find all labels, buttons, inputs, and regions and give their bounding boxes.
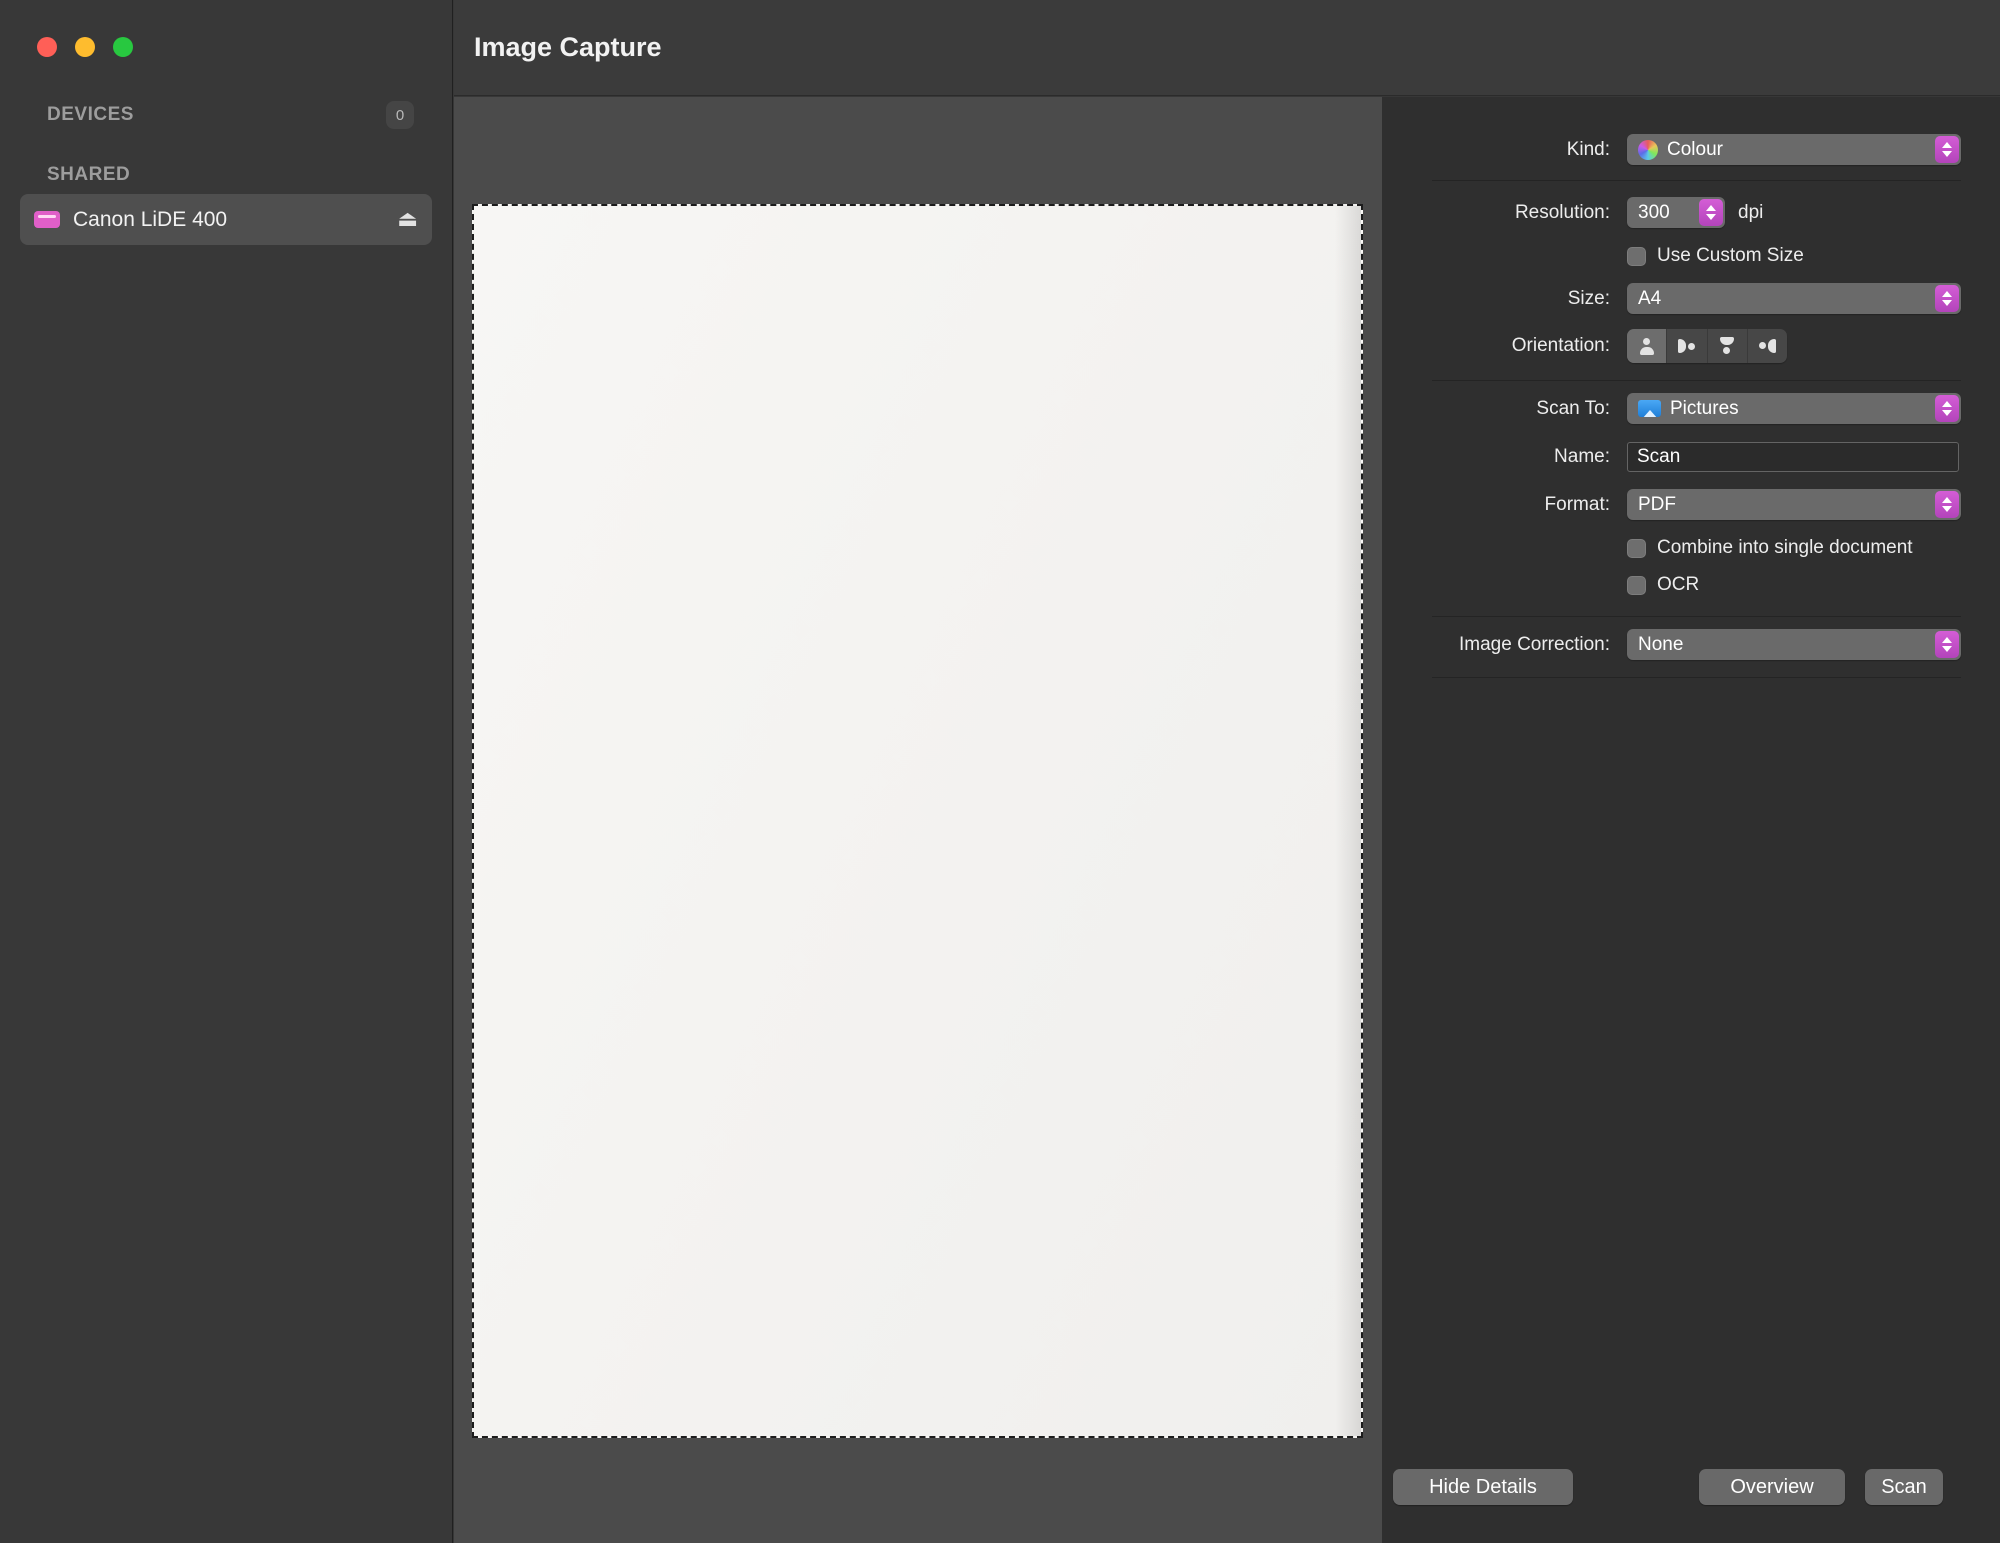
divider: [1432, 677, 1961, 678]
settings-panel: Kind: Colour Resolution: 300 dpi Use Cus…: [1382, 97, 2000, 1543]
device-name: Canon LiDE 400: [73, 207, 228, 231]
portrait-icon: [1638, 337, 1656, 355]
format-row: Format: PDF: [1382, 489, 2000, 520]
minimize-button[interactable]: [75, 37, 95, 57]
stepper-icon: [1699, 199, 1723, 226]
devices-count-badge: 0: [386, 101, 414, 129]
format-label: Format:: [1544, 493, 1610, 515]
divider: [1432, 180, 1961, 181]
kind-row: Kind: Colour: [1382, 134, 2000, 165]
shared-header: SHARED: [47, 164, 131, 185]
resolution-value: 300: [1638, 201, 1670, 223]
pictures-folder-icon: [1638, 400, 1661, 417]
shared-header-row: SHARED: [47, 160, 414, 190]
combine-row: Combine into single document: [1382, 537, 2000, 559]
scan-selection-region[interactable]: [472, 204, 1363, 1438]
size-row: Size: A4: [1382, 283, 2000, 314]
orientation-row: Orientation:: [1382, 329, 2000, 363]
ocr-row: OCR: [1382, 574, 2000, 596]
resolution-row: Resolution: 300 dpi: [1382, 197, 2000, 228]
stepper-icon: [1935, 631, 1959, 658]
ocr-label: OCR: [1657, 574, 1700, 595]
combine-label: Combine into single document: [1657, 537, 1913, 558]
orientation-portrait-button[interactable]: [1627, 329, 1668, 363]
portrait-flipped-icon: [1718, 337, 1736, 355]
hide-details-button[interactable]: Hide Details: [1393, 1469, 1573, 1505]
landscape-right-icon: [1758, 337, 1776, 355]
stepper-icon: [1935, 285, 1959, 312]
kind-value: Colour: [1667, 138, 1723, 160]
scan-preview-area: [454, 97, 1382, 1543]
scan-to-row: Scan To: Pictures: [1382, 393, 2000, 424]
use-custom-size-label: Use Custom Size: [1657, 245, 1804, 266]
stepper-icon: [1935, 491, 1959, 518]
devices-header: DEVICES: [47, 104, 134, 125]
name-row: Name:: [1382, 442, 2000, 472]
overview-button[interactable]: Overview: [1699, 1469, 1845, 1505]
use-custom-size-row: Use Custom Size: [1382, 245, 2000, 267]
orientation-landscape-left-button[interactable]: [1667, 329, 1708, 363]
size-select[interactable]: A4: [1627, 283, 1961, 314]
sidebar-item-canon-lide-400[interactable]: Canon LiDE 400 ⏏: [20, 194, 432, 245]
close-button[interactable]: [37, 37, 57, 57]
divider: [1432, 616, 1961, 617]
scanner-icon: [34, 211, 60, 228]
scan-to-label: Scan To:: [1536, 397, 1610, 419]
orientation-landscape-right-button[interactable]: [1748, 329, 1787, 363]
zoom-button[interactable]: [113, 37, 133, 57]
window-title: Image Capture: [474, 32, 662, 62]
landscape-left-icon: [1678, 337, 1696, 355]
image-capture-window: DEVICES 0 SHARED Canon LiDE 400 ⏏ Image …: [0, 0, 2000, 1543]
stepper-icon: [1935, 395, 1959, 422]
resolution-select[interactable]: 300: [1627, 197, 1725, 228]
kind-label: Kind:: [1566, 138, 1610, 160]
name-label: Name:: [1554, 446, 1610, 467]
kind-select[interactable]: Colour: [1627, 134, 1961, 165]
devices-header-row: DEVICES 0: [47, 100, 414, 130]
name-input[interactable]: [1627, 442, 1959, 472]
format-value: PDF: [1638, 493, 1676, 515]
orientation-portrait-flipped-button[interactable]: [1708, 329, 1748, 363]
use-custom-size-checkbox[interactable]: [1627, 246, 1646, 266]
ocr-checkbox[interactable]: [1627, 575, 1646, 595]
orientation-label: Orientation:: [1511, 335, 1610, 356]
image-correction-value: None: [1638, 633, 1684, 655]
size-label: Size:: [1567, 287, 1610, 309]
combine-checkbox[interactable]: [1627, 538, 1646, 558]
divider: [1432, 380, 1961, 381]
titlebar: Image Capture: [454, 0, 2000, 96]
colour-icon: [1638, 139, 1658, 160]
resolution-unit: dpi: [1738, 201, 1764, 223]
resolution-label: Resolution:: [1514, 201, 1610, 223]
eject-icon[interactable]: ⏏: [397, 208, 418, 231]
stepper-icon: [1935, 136, 1959, 163]
orientation-segmented-control: [1627, 329, 1787, 363]
image-correction-label: Image Correction:: [1458, 633, 1610, 655]
image-correction-select[interactable]: None: [1627, 629, 1961, 660]
traffic-lights: [37, 37, 133, 57]
scan-to-select[interactable]: Pictures: [1627, 393, 1961, 424]
scan-to-value: Pictures: [1670, 397, 1739, 419]
size-value: A4: [1638, 287, 1662, 309]
image-correction-row: Image Correction: None: [1382, 629, 2000, 660]
format-select[interactable]: PDF: [1627, 489, 1961, 520]
scan-button[interactable]: Scan: [1865, 1469, 1943, 1505]
sidebar: DEVICES 0 SHARED Canon LiDE 400 ⏏: [0, 0, 453, 1543]
